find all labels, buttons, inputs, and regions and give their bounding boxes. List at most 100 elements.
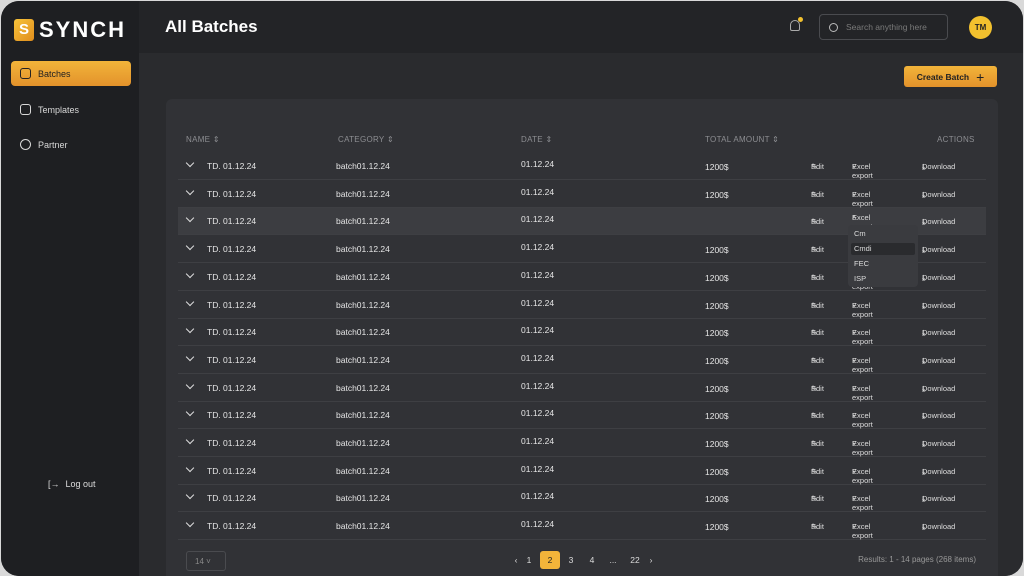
- chevron-down-icon: ˅: [852, 162, 857, 171]
- expand-chevron-icon[interactable]: [185, 491, 195, 500]
- cell-category: batch01.12.24: [336, 493, 390, 504]
- expand-chevron-icon[interactable]: [185, 518, 195, 528]
- create-batch-button[interactable]: Create Batch +: [904, 66, 997, 87]
- table-row: TD. 01.12.24 batch01.12.24 01.12.24 1200…: [178, 153, 986, 180]
- cell-date: 01.12.24: [521, 491, 555, 502]
- expand-chevron-icon[interactable]: [185, 352, 195, 362]
- table-row: TD. 01.12.24 batch01.12.24 01.12.24 1200…: [178, 347, 986, 374]
- folder-icon: [20, 104, 31, 115]
- pencil-icon: ✎: [811, 522, 818, 532]
- cell-amount: 1200$: [705, 383, 729, 394]
- expand-chevron-icon[interactable]: [185, 186, 195, 195]
- search-box: [819, 14, 948, 40]
- cell-name: TD. 01.12.24: [207, 327, 257, 338]
- cell-amount: 1200$: [705, 300, 729, 311]
- cell-name: TD. 01.12.24: [207, 188, 257, 199]
- page-size-select[interactable]: 14 ˅: [186, 551, 226, 571]
- column-header-date[interactable]: DATE ⇕: [521, 135, 552, 144]
- cell-category: batch01.12.24: [336, 465, 390, 476]
- next-page-button[interactable]: ›: [641, 551, 661, 569]
- column-header-amount[interactable]: TOTAL AMOUNT ⇕: [705, 135, 779, 144]
- expand-chevron-icon[interactable]: [185, 435, 195, 445]
- search-icon: [829, 22, 838, 32]
- download-icon: ⤓: [922, 522, 926, 532]
- cell-category: batch01.12.24: [336, 244, 390, 255]
- expand-chevron-icon[interactable]: [185, 241, 195, 251]
- cell-category: batch01.12.24: [336, 327, 390, 338]
- pencil-icon: ✎: [811, 383, 818, 393]
- cell-amount: 1200$: [705, 189, 729, 200]
- page-1[interactable]: 1: [519, 551, 539, 569]
- pencil-icon: ✎: [811, 245, 818, 255]
- avatar[interactable]: TM: [969, 16, 992, 39]
- menu-item-fec[interactable]: FEC: [851, 258, 915, 270]
- sidebar: S SYNCH Batches Templates Partner [→ Log o…: [1, 1, 139, 576]
- chevron-down-icon: ˅: [852, 494, 857, 504]
- cell-date: 01.12.24: [521, 159, 555, 169]
- table-row: TD. 01.12.24 batch01.12.24 01.12.24 1200…: [178, 485, 986, 513]
- cell-name: TD. 01.12.24: [207, 299, 257, 310]
- column-header-category[interactable]: CATEGORY ⇕: [338, 135, 394, 144]
- cell-date: 01.12.24: [521, 325, 555, 336]
- batches-icon: [20, 68, 31, 79]
- cell-category: batch01.12.24: [336, 188, 390, 199]
- pencil-icon: ✎: [811, 355, 818, 365]
- download-icon: ⤓: [922, 217, 926, 227]
- expand-chevron-icon[interactable]: [185, 214, 195, 223]
- expand-chevron-icon[interactable]: [185, 158, 195, 168]
- sidebar-item-partner[interactable]: Partner: [11, 132, 131, 157]
- pencil-icon: ✎: [811, 189, 818, 199]
- download-icon: ⤓: [922, 411, 926, 421]
- users-icon: [20, 139, 31, 150]
- cell-category: batch01.12.24: [336, 438, 390, 448]
- cell-date: 01.12.24: [521, 352, 555, 363]
- cell-amount: 1200$: [705, 494, 729, 505]
- page-3[interactable]: 3: [561, 551, 581, 569]
- pencil-icon: ✎: [811, 272, 818, 282]
- table-row: TD. 01.12.24 batch01.12.24 01.12.24 1200…: [178, 181, 986, 208]
- cell-amount: 1200$: [705, 411, 729, 422]
- logo: S SYNCH: [14, 17, 126, 43]
- expand-chevron-icon[interactable]: [185, 380, 195, 389]
- menu-item-isp[interactable]: ISP: [851, 273, 915, 285]
- menu-item-cm[interactable]: Cm: [851, 228, 915, 240]
- bell-icon[interactable]: [790, 17, 803, 31]
- chevron-down-icon: ˅: [852, 522, 857, 532]
- menu-item-cmdi[interactable]: Cmdi: [851, 243, 915, 255]
- header: All Batches TM: [139, 1, 1023, 53]
- app-window: S SYNCH Batches Templates Partner [→ Log o…: [1, 1, 1023, 576]
- download-icon: ⤓: [922, 245, 926, 255]
- cell-name: TD. 01.12.24: [207, 244, 257, 255]
- download-icon: ⤓: [922, 494, 926, 504]
- expand-chevron-icon[interactable]: [185, 324, 195, 334]
- cell-name: TD. 01.12.24: [207, 216, 257, 227]
- sidebar-item-batches[interactable]: Batches: [11, 61, 131, 86]
- cell-amount: 1200$: [705, 272, 729, 283]
- logout-button[interactable]: [→ Log out: [48, 479, 96, 489]
- expand-chevron-icon[interactable]: [185, 463, 195, 472]
- pencil-icon: ✎: [811, 494, 818, 504]
- cell-date: 01.12.24: [521, 186, 555, 197]
- cell-name: TD. 01.12.24: [207, 521, 257, 532]
- cell-category: batch01.12.24: [336, 382, 390, 393]
- download-icon: ⤓: [922, 383, 926, 393]
- chevron-up-icon: ˄: [852, 213, 857, 223]
- expand-chevron-icon[interactable]: [185, 297, 195, 306]
- cell-date: 01.12.24: [521, 436, 555, 446]
- column-header-name[interactable]: NAME ⇕: [186, 135, 220, 144]
- cell-name: TD. 01.12.24: [207, 161, 257, 171]
- table-row: TD. 01.12.24 batch01.12.24 01.12.24 1200…: [178, 458, 986, 485]
- logout-icon: [→: [48, 479, 60, 489]
- search-input[interactable]: [846, 22, 941, 32]
- page-ellipsis: ...: [609, 555, 617, 565]
- expand-chevron-icon[interactable]: [185, 408, 195, 417]
- cell-category: batch01.12.24: [336, 521, 390, 532]
- cell-amount: 1200$: [705, 355, 729, 366]
- chevron-down-icon: ˅: [852, 411, 857, 421]
- expand-chevron-icon[interactable]: [185, 269, 195, 279]
- page-2[interactable]: 2: [540, 551, 560, 569]
- sidebar-item-templates[interactable]: Templates: [11, 97, 131, 122]
- page-4[interactable]: 4: [582, 551, 602, 569]
- cell-name: TD. 01.12.24: [207, 438, 257, 448]
- cell-category: batch01.12.24: [336, 354, 390, 365]
